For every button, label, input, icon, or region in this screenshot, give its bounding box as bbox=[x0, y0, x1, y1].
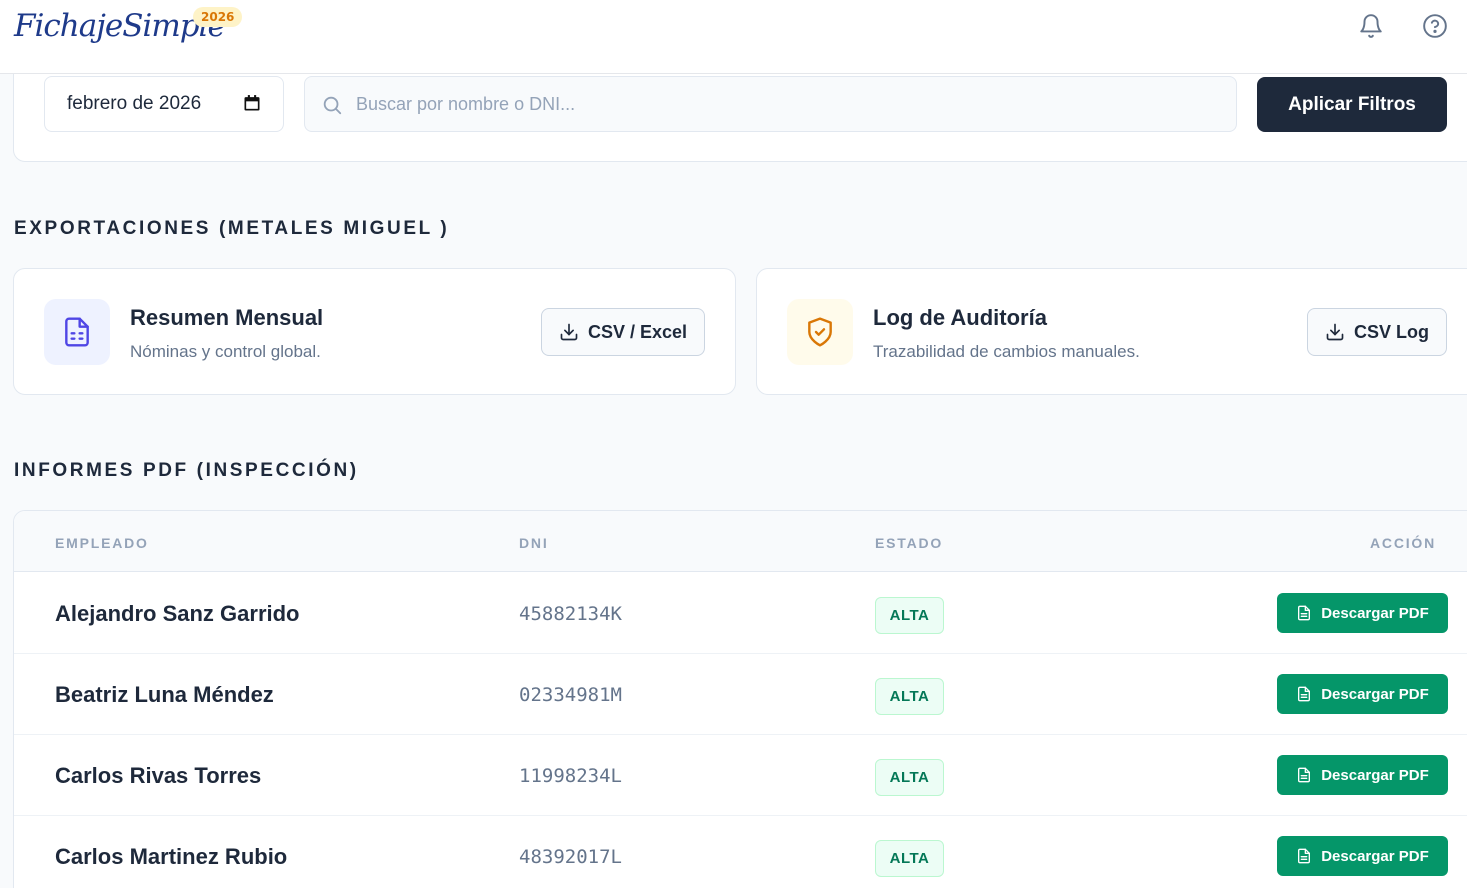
download-pdf-button[interactable]: Descargar PDF bbox=[1277, 836, 1448, 876]
table-header: EMPLEADO DNI ESTADO ACCIÓN bbox=[14, 511, 1467, 572]
download-pdf-label: Descargar PDF bbox=[1321, 685, 1429, 703]
export-csv-log-button[interactable]: CSV Log bbox=[1307, 308, 1447, 356]
search-icon bbox=[321, 94, 343, 116]
year-badge: 2026 bbox=[193, 7, 243, 27]
bell-icon[interactable] bbox=[1358, 13, 1384, 39]
export-csv-excel-button[interactable]: CSV / Excel bbox=[541, 308, 705, 356]
calendar-icon[interactable] bbox=[242, 93, 262, 113]
table-row: Beatriz Luna Méndez 02334981M ALTA Desca… bbox=[14, 654, 1467, 735]
file-text-icon bbox=[1298, 767, 1311, 783]
table-row: Carlos Rivas Torres 11998234L ALTA Desca… bbox=[14, 735, 1467, 816]
shield-check-icon bbox=[787, 299, 853, 365]
file-text-icon bbox=[1298, 848, 1311, 864]
export-card-title: Log de Auditoría bbox=[873, 305, 1047, 330]
reports-table: EMPLEADO DNI ESTADO ACCIÓN Alejandro San… bbox=[13, 510, 1467, 888]
employee-dni: 48392017L bbox=[519, 846, 622, 868]
export-button-label: CSV / Excel bbox=[587, 321, 688, 342]
download-pdf-button[interactable]: Descargar PDF bbox=[1277, 593, 1448, 633]
employee-dni: 45882134K bbox=[519, 603, 622, 625]
employee-name: Carlos Rivas Torres bbox=[55, 763, 262, 788]
table-row: Carlos Martinez Rubio 48392017L ALTA Des… bbox=[14, 816, 1467, 888]
export-button-label: CSV Log bbox=[1354, 321, 1429, 342]
download-pdf-label: Descargar PDF bbox=[1321, 766, 1429, 784]
search-placeholder: Buscar por nombre o DNI... bbox=[356, 94, 576, 114]
export-card-audit: Log de Auditoría Trazabilidad de cambios… bbox=[756, 268, 1467, 395]
file-spreadsheet-icon bbox=[44, 299, 110, 365]
apply-filters-button[interactable]: Aplicar Filtros bbox=[1257, 77, 1447, 132]
month-value: febrero de 2026 bbox=[67, 93, 202, 114]
employee-name: Beatriz Luna Méndez bbox=[55, 682, 274, 707]
column-header-employee: EMPLEADO bbox=[55, 535, 149, 551]
download-pdf-button[interactable]: Descargar PDF bbox=[1277, 755, 1448, 795]
download-pdf-label: Descargar PDF bbox=[1321, 847, 1429, 865]
column-header-dni: DNI bbox=[519, 535, 549, 551]
column-header-status: ESTADO bbox=[875, 535, 944, 551]
column-header-action: ACCIÓN bbox=[1370, 535, 1437, 551]
download-icon bbox=[1326, 323, 1344, 341]
month-picker[interactable]: febrero de 2026 bbox=[44, 76, 284, 132]
reports-section-title: INFORMES PDF (INSPECCIÓN) bbox=[14, 460, 359, 481]
exports-section-title: EXPORTACIONES (METALES MIGUEL ) bbox=[14, 218, 450, 239]
help-icon[interactable] bbox=[1422, 13, 1448, 39]
file-text-icon bbox=[1298, 605, 1311, 621]
employee-name: Carlos Martinez Rubio bbox=[55, 844, 288, 869]
export-card-subtitle: Trazabilidad de cambios manuales. bbox=[873, 342, 1140, 361]
employee-dni: 11998234L bbox=[519, 765, 622, 787]
export-card-title: Resumen Mensual bbox=[130, 305, 324, 330]
download-icon bbox=[560, 323, 578, 341]
status-badge: ALTA bbox=[875, 597, 944, 634]
export-card-subtitle: Nóminas y control global. bbox=[130, 342, 321, 361]
search-input[interactable]: Buscar por nombre o DNI... bbox=[304, 76, 1237, 132]
export-card-monthly: Resumen Mensual Nóminas y control global… bbox=[13, 268, 736, 395]
download-pdf-label: Descargar PDF bbox=[1321, 604, 1429, 622]
download-pdf-button[interactable]: Descargar PDF bbox=[1277, 674, 1448, 714]
status-badge: ALTA bbox=[875, 678, 944, 715]
employee-dni: 02334981M bbox=[519, 684, 622, 706]
table-row: Alejandro Sanz Garrido 45882134K ALTA De… bbox=[14, 573, 1467, 654]
status-badge: ALTA bbox=[875, 759, 944, 796]
status-badge: ALTA bbox=[875, 840, 944, 877]
employee-name: Alejandro Sanz Garrido bbox=[55, 601, 300, 626]
top-header: FichajeSimple 2026 bbox=[0, 0, 1467, 74]
file-text-icon bbox=[1298, 686, 1311, 702]
